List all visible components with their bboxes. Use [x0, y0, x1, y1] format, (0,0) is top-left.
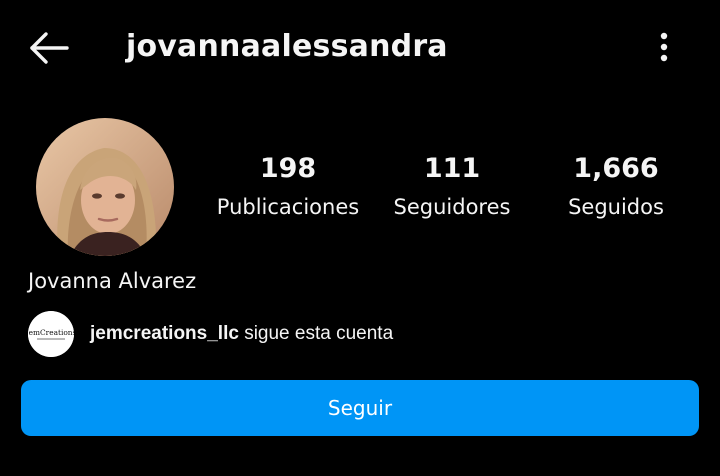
following-label: Seguidos — [568, 195, 664, 219]
mutual-follower-avatar[interactable]: JemCreations — [28, 311, 74, 357]
more-options-button[interactable] — [648, 28, 680, 68]
posts-count: 198 — [259, 153, 317, 184]
followers-count-stat[interactable]: 111 Seguidores — [382, 150, 522, 226]
posts-count-stat[interactable]: 198 Publicaciones — [208, 150, 368, 226]
arrow-left-icon — [30, 32, 69, 64]
following-count: 1,666 — [573, 153, 659, 184]
mutual-follower-username[interactable]: jemcreations_llc — [90, 323, 239, 344]
more-vertical-icon — [660, 32, 668, 62]
jemcreations-logo: JemCreations — [28, 311, 74, 357]
profile-full-name: Jovanna Alvarez — [28, 269, 197, 293]
followers-label: Seguidores — [393, 195, 511, 219]
profile-avatar[interactable] — [36, 118, 174, 256]
top-bar: jovannaalessandra — [0, 0, 720, 96]
profile-photo — [36, 118, 174, 256]
posts-label: Publicaciones — [216, 195, 360, 219]
mutual-follower-caption: sigue esta cuenta — [238, 323, 394, 344]
svg-text:JemCreations: JemCreations — [28, 328, 74, 337]
followers-count: 111 — [423, 153, 481, 184]
back-button[interactable] — [22, 26, 74, 70]
follow-button[interactable]: Seguir — [21, 380, 699, 436]
mutual-follower-text: jemcreations_llc sigue esta cuenta — [90, 321, 393, 347]
profile-username-title: jovannaalessandra — [126, 29, 448, 64]
following-count-stat[interactable]: 1,666 Seguidos — [546, 150, 686, 226]
mutual-follower-row: JemCreations jemcreations_llc sigue esta… — [28, 311, 688, 357]
